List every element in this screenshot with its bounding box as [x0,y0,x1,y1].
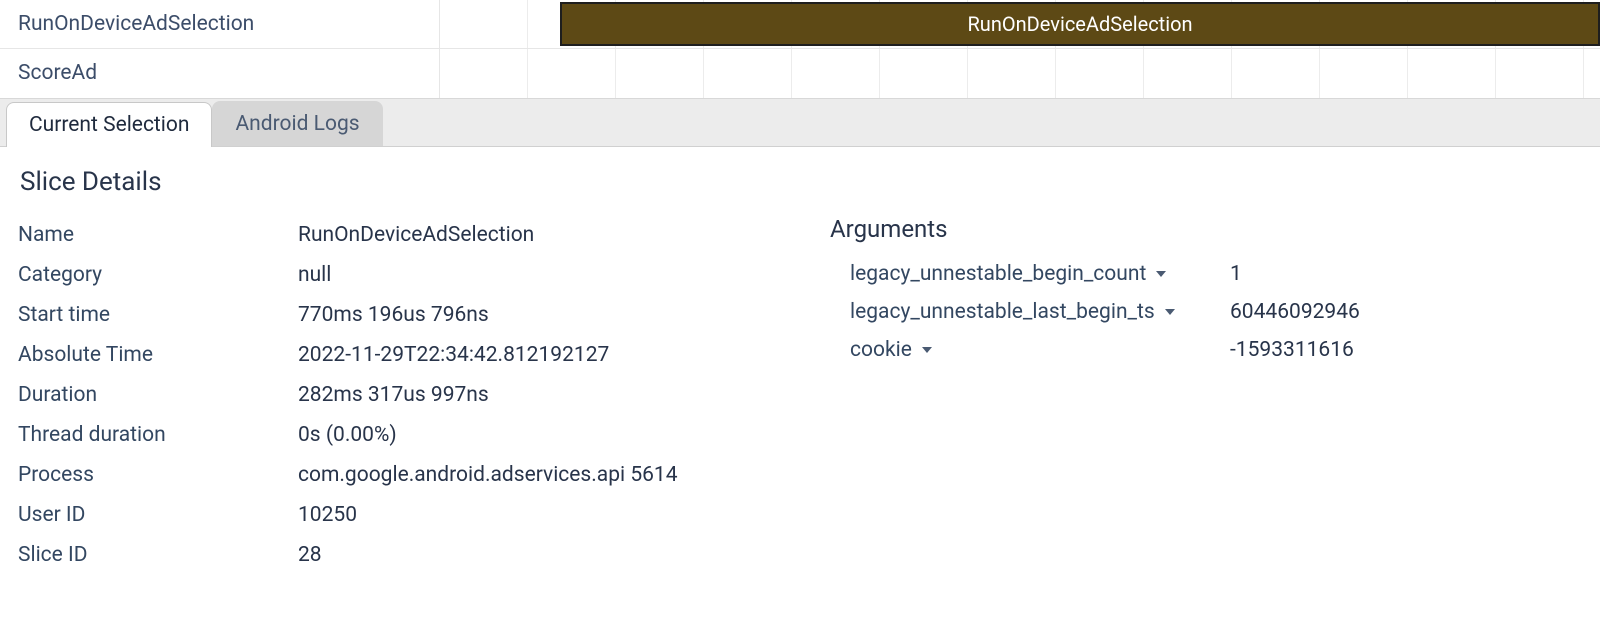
arguments-heading: Arguments [830,215,1582,243]
argument-key[interactable]: cookie [850,338,1230,362]
detail-row-category: Category null [18,255,770,295]
track-label[interactable]: RunOnDeviceAdSelection [0,0,440,48]
argument-key-text: legacy_unnestable_begin_count [850,262,1146,286]
detail-row-duration: Duration 282ms 317us 997ns [18,375,770,415]
track-lane[interactable]: RunOnDeviceAdSelection [440,0,1600,48]
track-row: ScoreAd [0,49,1600,98]
detail-key: Process [18,463,298,487]
detail-row-thread-duration: Thread duration 0s (0.00%) [18,415,770,455]
argument-value: -1593311616 [1230,338,1582,362]
track-label[interactable]: ScoreAd [0,49,440,98]
detail-row-user-id: User ID 10250 [18,495,770,535]
argument-key-text: legacy_unnestable_last_begin_ts [850,300,1155,324]
trace-slice-label: RunOnDeviceAdSelection [967,12,1192,36]
detail-row-slice-id: Slice ID 28 [18,535,770,575]
detail-row-start-time: Start time 770ms 196us 796ns [18,295,770,335]
detail-key: Absolute Time [18,343,298,367]
detail-value: null [298,263,770,287]
tab-current-selection[interactable]: Current Selection [6,102,212,147]
trace-slice-bar[interactable]: RunOnDeviceAdSelection [560,2,1600,46]
argument-key[interactable]: legacy_unnestable_begin_count [850,262,1230,286]
slice-details-table: Name RunOnDeviceAdSelection Category nul… [18,215,770,575]
trace-tracks: RunOnDeviceAdSelection RunOnDeviceAdSele… [0,0,1600,99]
detail-value: 0s (0.00%) [298,423,770,447]
argument-key-text: cookie [850,338,912,362]
details-title: Slice Details [20,167,1582,197]
caret-down-icon [1156,271,1166,277]
argument-value: 60446092946 [1230,300,1582,324]
caret-down-icon [1165,309,1175,315]
detail-key: Thread duration [18,423,298,447]
argument-row: cookie -1593311616 [830,331,1582,369]
argument-row: legacy_unnestable_begin_count 1 [830,255,1582,293]
arguments-table: Arguments legacy_unnestable_begin_count … [830,215,1582,575]
detail-row-name: Name RunOnDeviceAdSelection [18,215,770,255]
tab-android-logs[interactable]: Android Logs [212,101,382,146]
argument-value: 1 [1230,262,1582,286]
detail-value: 28 [298,543,770,567]
detail-key: Start time [18,303,298,327]
details-columns: Name RunOnDeviceAdSelection Category nul… [18,215,1582,575]
details-panel: Slice Details Name RunOnDeviceAdSelectio… [0,147,1600,599]
detail-value: 2022-11-29T22:34:42.812192127 [298,343,770,367]
argument-key[interactable]: legacy_unnestable_last_begin_ts [850,300,1230,324]
detail-key: Duration [18,383,298,407]
detail-key: Slice ID [18,543,298,567]
detail-key: Category [18,263,298,287]
detail-value: com.google.android.adservices.api 5614 [298,463,770,487]
detail-value: 10250 [298,503,770,527]
caret-down-icon [922,347,932,353]
detail-row-absolute-time: Absolute Time 2022-11-29T22:34:42.812192… [18,335,770,375]
detail-key: User ID [18,503,298,527]
track-lane[interactable] [440,49,1600,98]
track-row: RunOnDeviceAdSelection RunOnDeviceAdSele… [0,0,1600,49]
detail-key: Name [18,223,298,247]
detail-value: 770ms 196us 796ns [298,303,770,327]
argument-row: legacy_unnestable_last_begin_ts 60446092… [830,293,1582,331]
detail-value: RunOnDeviceAdSelection [298,223,770,247]
detail-row-process: Process com.google.android.adservices.ap… [18,455,770,495]
detail-value: 282ms 317us 997ns [298,383,770,407]
tabstrip: Current Selection Android Logs [0,99,1600,147]
